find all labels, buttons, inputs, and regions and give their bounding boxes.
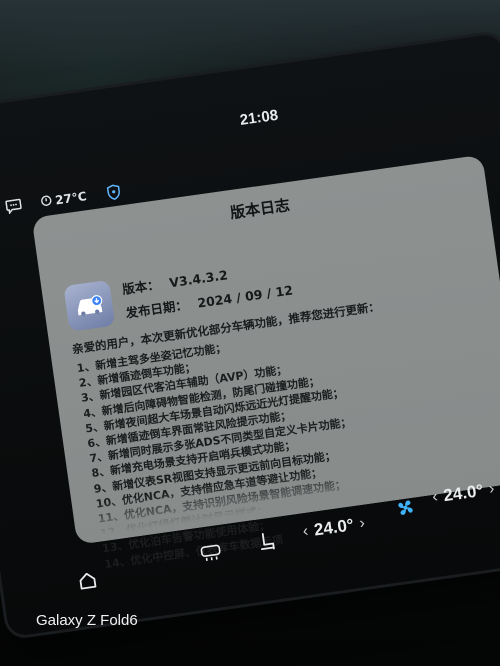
fan-icon [398,500,413,515]
camera-watermark: Galaxy Z Fold6 [36,612,138,629]
driver-temp-value: 24.0° [312,515,355,540]
version-value: V3.4.3.2 [168,267,229,291]
outside-temperature: 27°C [39,189,88,210]
temperature-value: 27°C [54,189,88,208]
version-log-dialog: 版本日志 版本： V3.4.3.2 发布日期： 2024 / 09 / 12 亲爱的… [31,154,500,571]
home-icon [79,572,97,590]
thermometer-icon [39,193,53,210]
rear-defrost-button[interactable] [199,542,223,563]
passenger-temp-value: 24.0° [442,480,485,506]
clock: 21:08 [238,106,280,129]
car-update-app-icon [63,279,116,332]
defrost-icon [200,544,221,561]
release-date-label: 发布日期： [124,297,189,321]
chevron-left-icon[interactable]: ‹ [302,523,310,542]
chevron-left-icon[interactable]: ‹ [431,488,439,507]
home-button[interactable] [76,569,99,592]
version-label: 版本： [121,276,161,297]
shield-icon[interactable] [103,182,123,202]
seat-heat-button[interactable] [258,530,279,552]
driver-temp-control[interactable]: ‹ 24.0° › [302,514,367,543]
seat-icon [260,532,275,551]
dialog-title: 版本日志 [229,195,291,223]
car-display: 27°C 21:08 版本日志 版本：V3.4.3.2 发布日期：2024 [0,32,500,638]
chevron-right-icon[interactable]: › [358,515,366,534]
fan-button[interactable] [394,496,417,519]
message-icon[interactable] [4,196,24,216]
